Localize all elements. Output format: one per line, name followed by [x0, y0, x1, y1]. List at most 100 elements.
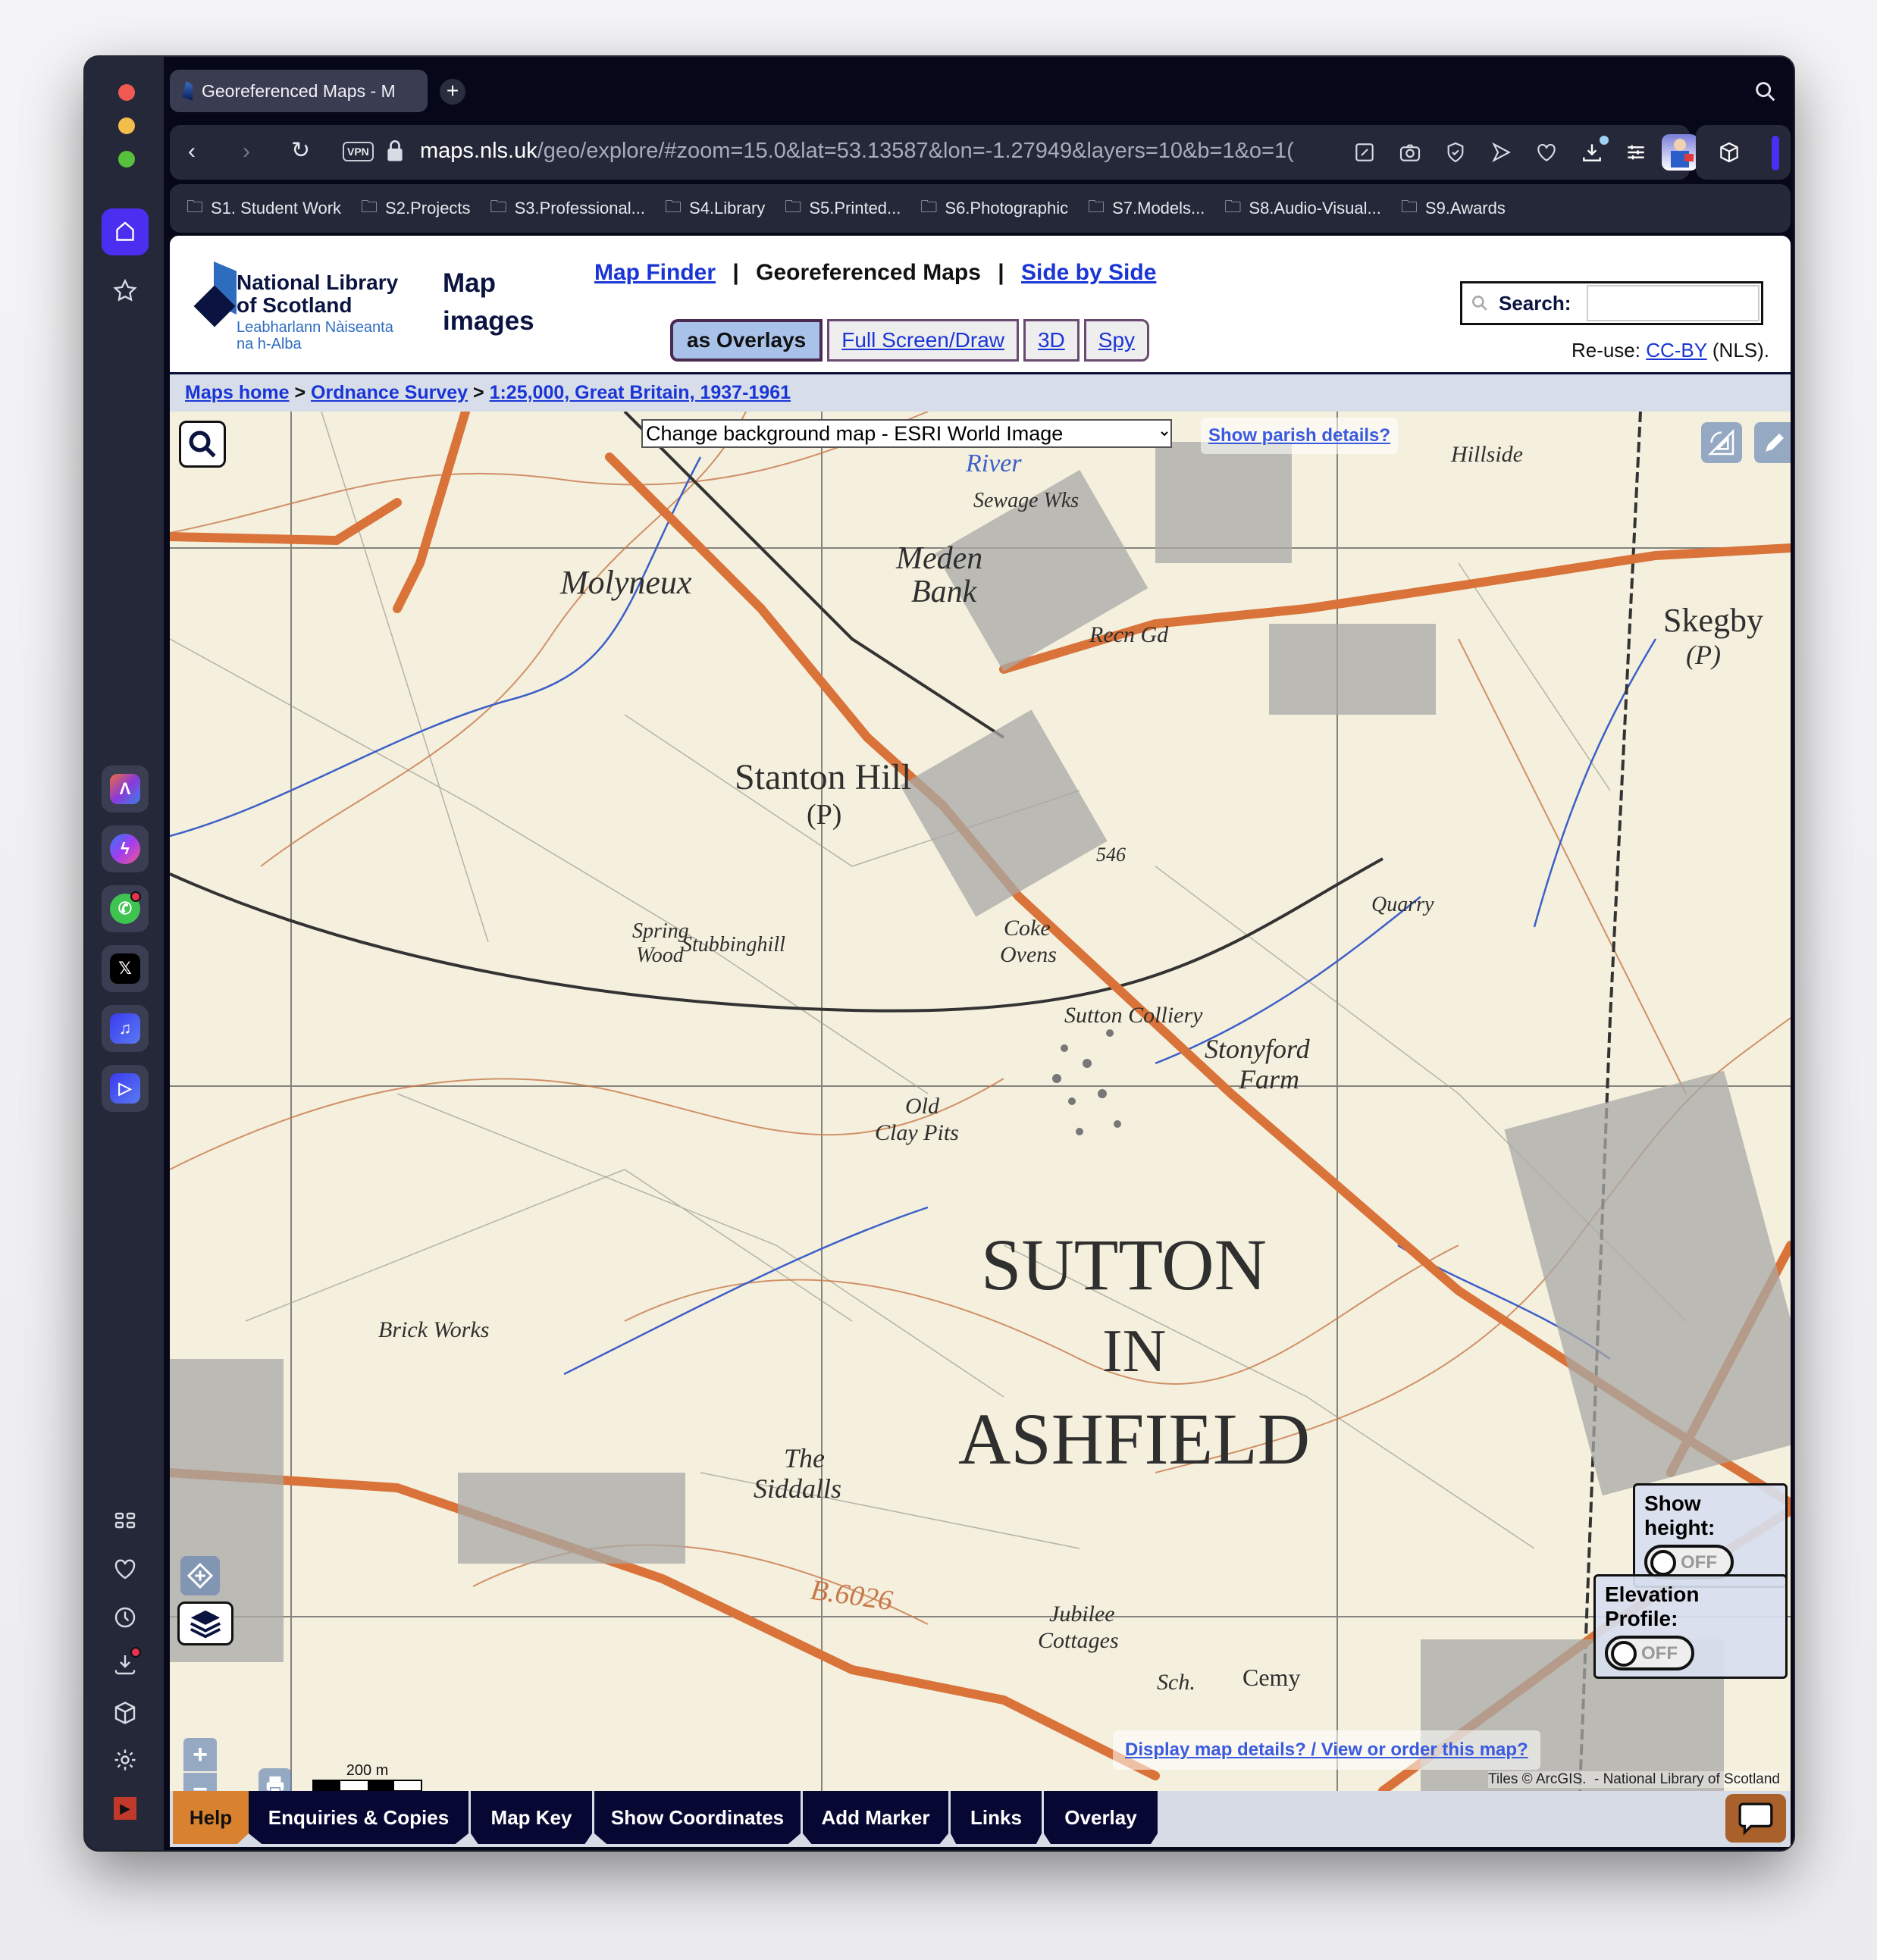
map-label-spring: Spring — [632, 919, 689, 943]
links-tab[interactable]: Links — [951, 1791, 1042, 1844]
heart-icon[interactable] — [102, 1545, 149, 1592]
bookmarks-bar: 🗀 S1. Student Work 🗀 S2.Projects 🗀 S3.Profe… — [170, 184, 1791, 233]
history-clock-icon[interactable] — [102, 1594, 149, 1641]
heart-icon[interactable] — [1534, 140, 1559, 164]
tab-georeferenced-maps[interactable]: Georeferenced Maps - M — [170, 70, 428, 112]
url-field[interactable]: maps.nls.uk/geo/explore/#zoom=15.0&lat=5… — [420, 139, 1307, 164]
layers-button[interactable] — [177, 1602, 233, 1645]
bookmark-folder[interactable]: 🗀 S5.Printed... — [785, 194, 901, 223]
forward-button[interactable]: › — [243, 139, 250, 164]
back-button[interactable]: ‹ — [188, 139, 196, 164]
tab-spy[interactable]: Spy — [1083, 319, 1150, 362]
bookmark-folder[interactable]: 🗀 S1. Student Work — [186, 194, 341, 223]
help-tab[interactable]: Help — [173, 1791, 249, 1844]
print-button[interactable] — [259, 1768, 292, 1791]
whatsapp-icon[interactable]: ✆ — [102, 885, 149, 932]
home-icon[interactable] — [102, 208, 149, 255]
search-input[interactable] — [1587, 285, 1759, 321]
nav-georeferenced-maps: Georeferenced Maps — [756, 260, 981, 285]
bookmark-folder[interactable]: 🗀 S7.Models... — [1088, 194, 1205, 223]
map-viewport[interactable]: SUTTON IN ASHFIELD Stanton Hill (P) Moly… — [170, 412, 1791, 1791]
download-icon[interactable] — [1580, 136, 1609, 164]
search-map-button[interactable] — [179, 421, 226, 468]
aria-app-icon[interactable]: Λ — [102, 766, 149, 812]
minimize-window-button[interactable] — [118, 117, 135, 134]
map-label-quarry: Quarry — [1371, 893, 1434, 916]
send-app-icon[interactable]: ▷ — [102, 1065, 149, 1112]
settings-sliders-icon[interactable] — [1624, 140, 1648, 164]
tab-title: Georeferenced Maps - M — [202, 80, 396, 101]
tab-full-screen-draw[interactable]: Full Screen/Draw — [827, 319, 1019, 362]
chat-button[interactable] — [1725, 1794, 1786, 1843]
bookmark-folder[interactable]: 🗀 S2.Projects — [361, 194, 471, 223]
lock-icon[interactable] — [387, 140, 403, 161]
music-app-icon[interactable]: ♫ — [102, 1005, 149, 1052]
show-parish-details-link[interactable]: Show parish details? — [1208, 425, 1390, 446]
map-label-river: River — [966, 449, 1022, 477]
elevation-profile-label: Elevation Profile: — [1605, 1583, 1700, 1630]
bookmark-folder[interactable]: 🗀 S3.Professional... — [490, 194, 645, 223]
zoom-out-button[interactable]: − — [183, 1773, 217, 1791]
cc-by-link[interactable]: CC-BY — [1646, 339, 1706, 362]
toggle-knob — [1650, 1550, 1676, 1576]
enquiries-copies-tab[interactable]: Enquiries & Copies — [249, 1791, 468, 1844]
bookmark-folder[interactable]: 🗀 S9.Awards — [1401, 194, 1506, 223]
nav-side-by-side[interactable]: Side by Side — [1021, 260, 1156, 285]
measure-tool-button[interactable] — [1701, 422, 1742, 463]
camera-icon[interactable] — [1398, 140, 1422, 164]
edit-icon[interactable] — [1352, 140, 1377, 164]
elevation-profile-toggle[interactable]: OFF — [1605, 1636, 1694, 1670]
sidebar-panel-indicator[interactable] — [1772, 136, 1779, 171]
x-twitter-icon[interactable]: 𝕏 — [102, 945, 149, 992]
locate-button[interactable] — [180, 1556, 220, 1595]
logo-text-gd-2: na h-Alba — [237, 336, 302, 352]
scale-bar: 200 m — [312, 1762, 422, 1791]
map-label-the: The — [784, 1443, 825, 1473]
nls-favicon — [182, 81, 193, 101]
downloads-icon[interactable] — [102, 1641, 149, 1688]
new-tab-button[interactable]: + — [440, 79, 465, 105]
search-box: Search: — [1460, 281, 1763, 325]
cube-extension-icon[interactable] — [1717, 140, 1741, 164]
bookmark-folder[interactable]: 🗀 S4.Library — [665, 194, 765, 223]
url-path: /geo/explore/#zoom=15.0&lat=53.13587&lon… — [537, 139, 1294, 163]
vpn-badge[interactable]: VPN — [343, 142, 374, 161]
shield-icon[interactable] — [1443, 140, 1468, 164]
close-window-button[interactable] — [118, 84, 135, 101]
grid-icon[interactable] — [102, 1497, 149, 1544]
logo-text-en-2: of Scotland — [237, 293, 353, 317]
nav-map-finder[interactable]: Map Finder — [594, 260, 716, 285]
maximize-window-button[interactable] — [118, 151, 135, 168]
search-tabs-icon[interactable] — [1753, 79, 1778, 105]
draw-tool-button[interactable] — [1754, 422, 1791, 463]
cube-icon[interactable] — [102, 1689, 149, 1736]
overlay-tab[interactable]: Overlay — [1044, 1791, 1158, 1844]
display-map-details-link[interactable]: Display map details? / View or order thi… — [1125, 1739, 1528, 1760]
map-key-tab[interactable]: Map Key — [471, 1791, 592, 1844]
map-label-old: Old — [905, 1094, 939, 1119]
breadcrumb-ordnance-survey[interactable]: Ordnance Survey — [311, 382, 468, 403]
add-marker-tab[interactable]: Add Marker — [803, 1791, 948, 1844]
nls-logo[interactable]: National Library of Scotland Leabharlann… — [193, 260, 405, 352]
profile-avatar[interactable] — [1662, 134, 1698, 171]
breadcrumb-maps-home[interactable]: Maps home — [185, 382, 290, 403]
bookmark-folder[interactable]: 🗀 S6.Photographic — [920, 194, 1068, 223]
messenger-icon[interactable]: ϟ — [102, 825, 149, 872]
breadcrumb-series[interactable]: 1:25,000, Great Britain, 1937-1961 — [490, 382, 791, 403]
video-player-icon[interactable]: ▶ — [102, 1785, 149, 1832]
more-icon[interactable]: ••• — [102, 1830, 149, 1850]
folder-icon: 🗀 — [361, 197, 378, 216]
map-label-cemetery: Cemy — [1242, 1664, 1301, 1691]
zoom-in-button[interactable]: + — [183, 1738, 217, 1771]
send-icon[interactable] — [1489, 140, 1513, 164]
reload-button[interactable]: ↻ — [291, 137, 310, 164]
background-map-select[interactable]: Change background map - ESRI World Image — [641, 419, 1172, 448]
tab-as-overlays[interactable]: as Overlays — [670, 319, 823, 362]
settings-gear-icon[interactable] — [102, 1736, 149, 1783]
star-icon[interactable] — [102, 268, 149, 315]
printer-icon — [266, 1776, 284, 1791]
tab-3d[interactable]: 3D — [1023, 319, 1080, 362]
tab-strip: Georeferenced Maps - M + — [170, 68, 1794, 114]
show-coordinates-tab[interactable]: Show Coordinates — [594, 1791, 801, 1844]
bookmark-folder[interactable]: 🗀 S8.Audio-Visual... — [1224, 194, 1381, 223]
